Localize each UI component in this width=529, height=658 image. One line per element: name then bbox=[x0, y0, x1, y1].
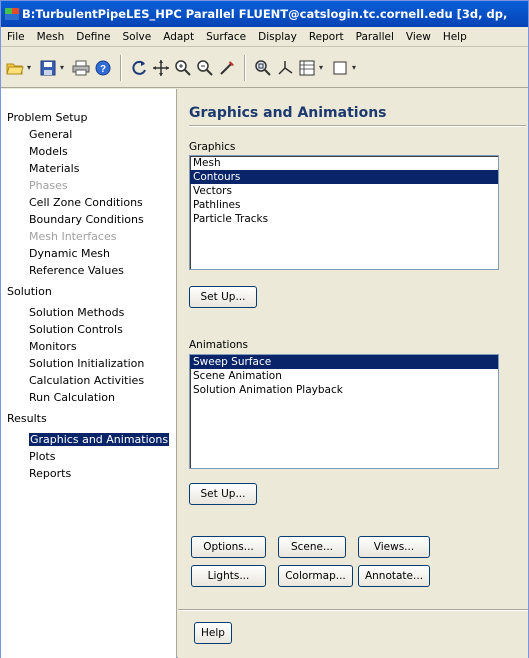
animations-item-scene-animation[interactable]: Scene Animation bbox=[190, 369, 498, 383]
fluent-app-icon bbox=[5, 7, 19, 21]
lights-button[interactable]: Lights... bbox=[191, 565, 266, 587]
animations-item-solution-animation-playback[interactable]: Solution Animation Playback bbox=[190, 383, 498, 397]
tree-item-reports[interactable]: Reports bbox=[1, 465, 176, 482]
menu-adapt[interactable]: Adapt bbox=[157, 31, 200, 43]
menu-view[interactable]: View bbox=[400, 31, 437, 43]
tree-item-monitors[interactable]: Monitors bbox=[1, 338, 176, 355]
graphics-item-vectors[interactable]: Vectors bbox=[190, 184, 498, 198]
panel-title: Graphics and Animations bbox=[189, 105, 387, 121]
menu-mesh[interactable]: Mesh bbox=[31, 31, 71, 43]
tree-section-solution[interactable]: Solution bbox=[1, 283, 176, 300]
graphics-item-particle-tracks[interactable]: Particle Tracks bbox=[190, 212, 498, 226]
tree-item-solution-methods[interactable]: Solution Methods bbox=[1, 304, 176, 321]
menu-define[interactable]: Define bbox=[70, 31, 116, 43]
menu-help[interactable]: Help bbox=[437, 31, 473, 43]
rotate-icon[interactable] bbox=[129, 58, 149, 78]
menu-file[interactable]: File bbox=[1, 31, 31, 43]
axes-icon[interactable] bbox=[275, 58, 295, 78]
menu-report[interactable]: Report bbox=[303, 31, 350, 43]
svg-text:?: ? bbox=[100, 64, 106, 75]
tree-item-dynamic-mesh[interactable]: Dynamic Mesh bbox=[1, 245, 176, 262]
pan-icon[interactable] bbox=[151, 58, 171, 78]
animations-list[interactable]: Sweep Surface Scene Animation Solution A… bbox=[189, 354, 499, 469]
open-folder-icon[interactable] bbox=[5, 58, 25, 78]
animations-setup-button[interactable]: Set Up... bbox=[189, 483, 257, 505]
toolbar-separator bbox=[120, 54, 122, 81]
tree-section-problem-setup[interactable]: Problem Setup bbox=[1, 109, 176, 126]
toolbar-separator bbox=[244, 54, 246, 81]
tree-item-general[interactable]: General bbox=[1, 126, 176, 143]
bottom-divider bbox=[178, 609, 528, 611]
menu-display[interactable]: Display bbox=[252, 31, 303, 43]
graphics-setup-button[interactable]: Set Up... bbox=[189, 286, 257, 308]
annotate-button[interactable]: Annotate... bbox=[358, 565, 430, 587]
tree-item-reference-values[interactable]: Reference Values bbox=[1, 262, 176, 279]
tree-item-mesh-interfaces: Mesh Interfaces bbox=[29, 230, 117, 243]
options-button[interactable]: Options... bbox=[191, 536, 266, 558]
tree-item-run-calculation[interactable]: Run Calculation bbox=[1, 389, 176, 406]
animations-item-sweep-surface[interactable]: Sweep Surface bbox=[190, 355, 498, 369]
window-dropdown-icon[interactable]: ▾ bbox=[352, 63, 361, 72]
open-dropdown-icon[interactable]: ▾ bbox=[27, 63, 36, 72]
tree-item-solution-controls[interactable]: Solution Controls bbox=[1, 321, 176, 338]
menu-bar: File Mesh Define Solve Adapt Surface Dis… bbox=[1, 27, 528, 47]
zoom-in-icon[interactable] bbox=[173, 58, 193, 78]
animations-label: Animations bbox=[189, 339, 249, 351]
save-dropdown-icon[interactable]: ▾ bbox=[60, 63, 69, 72]
tree-item-cell-zone-conditions[interactable]: Cell Zone Conditions bbox=[1, 194, 176, 211]
toolbar: ▾ ▾ ? ▾ ▾ bbox=[1, 48, 528, 88]
views-button[interactable]: Views... bbox=[358, 536, 430, 558]
zoom-box-icon[interactable] bbox=[253, 58, 273, 78]
fluent-window: B:TurbulentPipeLES_HPC Parallel FLUENT@c… bbox=[0, 0, 529, 658]
window-title: B:TurbulentPipeLES_HPC Parallel FLUENT@c… bbox=[22, 7, 508, 21]
tree-item-solution-initialization[interactable]: Solution Initialization bbox=[1, 355, 176, 372]
tree-item-models[interactable]: Models bbox=[1, 143, 176, 160]
menu-parallel[interactable]: Parallel bbox=[350, 31, 400, 43]
window-icon[interactable] bbox=[330, 58, 350, 78]
tree-section-results[interactable]: Results bbox=[1, 410, 176, 427]
graphics-list[interactable]: Mesh Contours Vectors Pathlines Particle… bbox=[189, 155, 499, 270]
layout-dropdown-icon[interactable]: ▾ bbox=[319, 63, 328, 72]
menu-solve[interactable]: Solve bbox=[117, 31, 158, 43]
tree-item-phases: Phases bbox=[29, 179, 68, 192]
help-icon[interactable]: ? bbox=[93, 58, 113, 78]
tree-item-calculation-activities[interactable]: Calculation Activities bbox=[1, 372, 176, 389]
help-button[interactable]: Help bbox=[194, 622, 232, 644]
scene-button[interactable]: Scene... bbox=[278, 536, 346, 558]
tree-item-graphics-and-animations[interactable]: Graphics and Animations bbox=[1, 431, 176, 448]
graphics-label: Graphics bbox=[189, 141, 236, 153]
layout-icon[interactable] bbox=[297, 58, 317, 78]
save-icon[interactable] bbox=[38, 58, 58, 78]
tree-item-boundary-conditions[interactable]: Boundary Conditions bbox=[1, 211, 176, 228]
tree-item-materials[interactable]: Materials bbox=[1, 160, 176, 177]
graphics-item-pathlines[interactable]: Pathlines bbox=[190, 198, 498, 212]
title-divider bbox=[189, 125, 526, 127]
graphics-item-contours[interactable]: Contours bbox=[190, 170, 498, 184]
navigation-tree: Problem Setup General Models Materials P… bbox=[1, 89, 177, 658]
title-bar[interactable]: B:TurbulentPipeLES_HPC Parallel FLUENT@c… bbox=[1, 1, 528, 27]
zoom-out-icon[interactable] bbox=[195, 58, 215, 78]
menu-surface[interactable]: Surface bbox=[200, 31, 252, 43]
print-icon[interactable] bbox=[71, 58, 91, 78]
tree-item-plots[interactable]: Plots bbox=[1, 448, 176, 465]
probe-icon[interactable] bbox=[217, 58, 237, 78]
colormap-button[interactable]: Colormap... bbox=[278, 565, 353, 587]
graphics-item-mesh[interactable]: Mesh bbox=[190, 156, 498, 170]
task-panel: Graphics and Animations Graphics Mesh Co… bbox=[178, 89, 528, 658]
